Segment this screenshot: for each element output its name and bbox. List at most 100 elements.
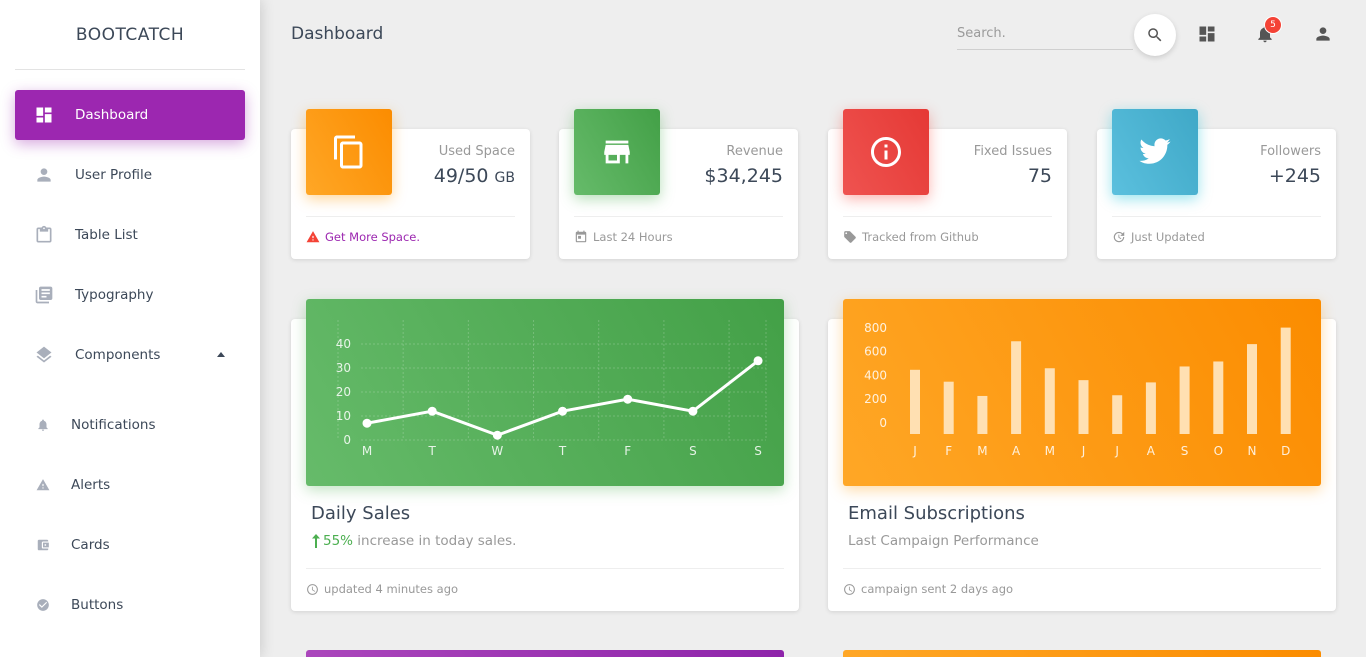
search-button[interactable] <box>1134 14 1176 56</box>
bar <box>1078 380 1089 434</box>
stat-category: Revenue <box>726 144 783 159</box>
x-tick-label: O <box>1214 444 1223 458</box>
data-point <box>688 406 698 416</box>
bar <box>1145 382 1156 434</box>
dashboard-grid-icon[interactable] <box>1195 22 1219 46</box>
chart-footer: campaign sent 2 days ago <box>843 568 1321 596</box>
bar <box>1213 361 1224 434</box>
stat-value: 49/50 GB <box>433 165 515 187</box>
increase-value: 55% <box>323 533 354 549</box>
next-card-header-orange <box>843 650 1321 657</box>
chart-footer-text: campaign sent 2 days ago <box>861 582 1014 596</box>
stat-card-used-space: Used Space 49/50 GB Get More Space. <box>291 109 530 259</box>
series-line <box>366 359 759 437</box>
x-tick-label: T <box>558 444 567 458</box>
sidebar-item-buttons[interactable]: Buttons <box>15 580 245 630</box>
chart-subtitle: Last Campaign Performance <box>848 533 1039 549</box>
data-point <box>362 418 372 428</box>
bar <box>1179 366 1190 434</box>
stat-footer-text: Last 24 Hours <box>593 230 673 244</box>
data-point <box>492 430 502 440</box>
chart-subtitle: 55% increase in today sales. <box>311 533 516 549</box>
stat-footer-text: Tracked from Github <box>862 230 979 244</box>
stat-card-fixed-issues: Fixed Issues 75 Tracked from Github <box>828 109 1067 259</box>
sidebar-item-components[interactable]: Components <box>15 330 245 380</box>
library-books-icon <box>33 284 55 306</box>
stat-card-followers: Followers +245 Just Updated <box>1097 109 1336 259</box>
data-point <box>427 406 437 416</box>
x-tick-label: A <box>1147 444 1156 458</box>
sidebar: BOOTCATCH Dashboard User Profile Table L… <box>0 0 260 657</box>
daily-sales-card: 0 10 20 30 40 M T W T F S S Daily Sales 55% increas… <box>291 299 799 611</box>
next-card-header-purple <box>306 650 784 657</box>
sidebar-item-user-profile[interactable]: User Profile <box>15 150 245 200</box>
person-icon <box>33 164 55 186</box>
x-tick-label: M <box>977 444 987 458</box>
bar-chart: 0 200 400 600 800 J F M A M J J A S O N D <box>864 321 1291 458</box>
sidebar-item-label: Alerts <box>71 477 111 493</box>
y-tick-label: 400 <box>864 368 887 382</box>
brand-logo[interactable]: BOOTCATCH <box>15 0 245 70</box>
y-tick-label: 0 <box>879 416 887 430</box>
twitter-icon <box>1112 109 1198 195</box>
x-tick-label: J <box>912 444 917 458</box>
sidebar-item-typography[interactable]: Typography <box>15 270 245 320</box>
chart-title: Email Subscriptions <box>848 503 1025 524</box>
sidebar-item-label: Table List <box>75 227 138 243</box>
search-icon <box>1146 26 1164 44</box>
bell-icon <box>35 417 51 433</box>
y-tick-label: 30 <box>336 361 351 375</box>
stat-footer: Tracked from Github <box>843 216 1052 244</box>
user-account-icon[interactable] <box>1311 22 1335 46</box>
sidebar-item-label: Typography <box>75 287 154 303</box>
chart-footer: updated 4 minutes ago <box>306 568 784 596</box>
sidebar-item-label: Notifications <box>71 417 156 433</box>
arrow-up-icon <box>311 534 321 548</box>
bar <box>1247 344 1257 434</box>
bar <box>1280 327 1291 434</box>
sidebar-item-dashboard[interactable]: Dashboard <box>15 90 245 140</box>
daily-sales-chart: 0 10 20 30 40 M T W T F S S <box>306 299 784 486</box>
stat-category: Used Space <box>438 144 515 159</box>
y-tick-label: 800 <box>864 321 887 335</box>
stat-unit: GB <box>494 170 515 186</box>
page-title[interactable]: Dashboard <box>291 24 383 44</box>
data-point <box>558 406 568 416</box>
sidebar-item-alerts[interactable]: Alerts <box>15 460 245 510</box>
stat-category: Fixed Issues <box>973 144 1052 159</box>
layers-icon <box>33 344 55 366</box>
info-icon <box>843 109 929 195</box>
sidebar-item-cards[interactable]: Cards <box>15 520 245 570</box>
stat-category: Followers <box>1260 144 1321 159</box>
x-tick-label: J <box>1114 444 1119 458</box>
x-tick-label: W <box>491 444 503 458</box>
y-tick-label: 20 <box>336 385 351 399</box>
clock-icon <box>306 583 319 596</box>
get-more-space-link[interactable]: Get More Space. <box>325 230 420 244</box>
stat-value: $34,245 <box>704 165 783 187</box>
x-tick-label: D <box>1281 444 1290 458</box>
sidebar-item-notifications[interactable]: Notifications <box>15 400 245 450</box>
wallet-icon <box>35 537 51 553</box>
calendar-icon <box>574 230 588 244</box>
sidebar-item-label: User Profile <box>75 167 153 183</box>
stat-footer-text: Just Updated <box>1131 230 1205 244</box>
clipboard-icon <box>33 224 55 246</box>
store-icon <box>574 109 660 195</box>
stat-footer: Last 24 Hours <box>574 216 783 244</box>
x-tick-label: M <box>1045 444 1055 458</box>
y-tick-label: 600 <box>864 345 887 359</box>
bar <box>1044 368 1055 434</box>
x-tick-label: A <box>1012 444 1021 458</box>
stat-value: 75 <box>1027 165 1052 187</box>
notification-badge: 5 <box>1264 16 1282 34</box>
search-input[interactable] <box>957 18 1133 48</box>
stat-footer: Just Updated <box>1112 216 1321 244</box>
chart-title: Daily Sales <box>311 503 411 524</box>
sidebar-item-label: Dashboard <box>75 107 149 123</box>
x-tick-label: N <box>1248 444 1257 458</box>
data-point <box>623 394 633 404</box>
sidebar-item-table-list[interactable]: Table List <box>15 210 245 260</box>
x-tick-label: S <box>1181 444 1189 458</box>
bar <box>1011 341 1022 434</box>
